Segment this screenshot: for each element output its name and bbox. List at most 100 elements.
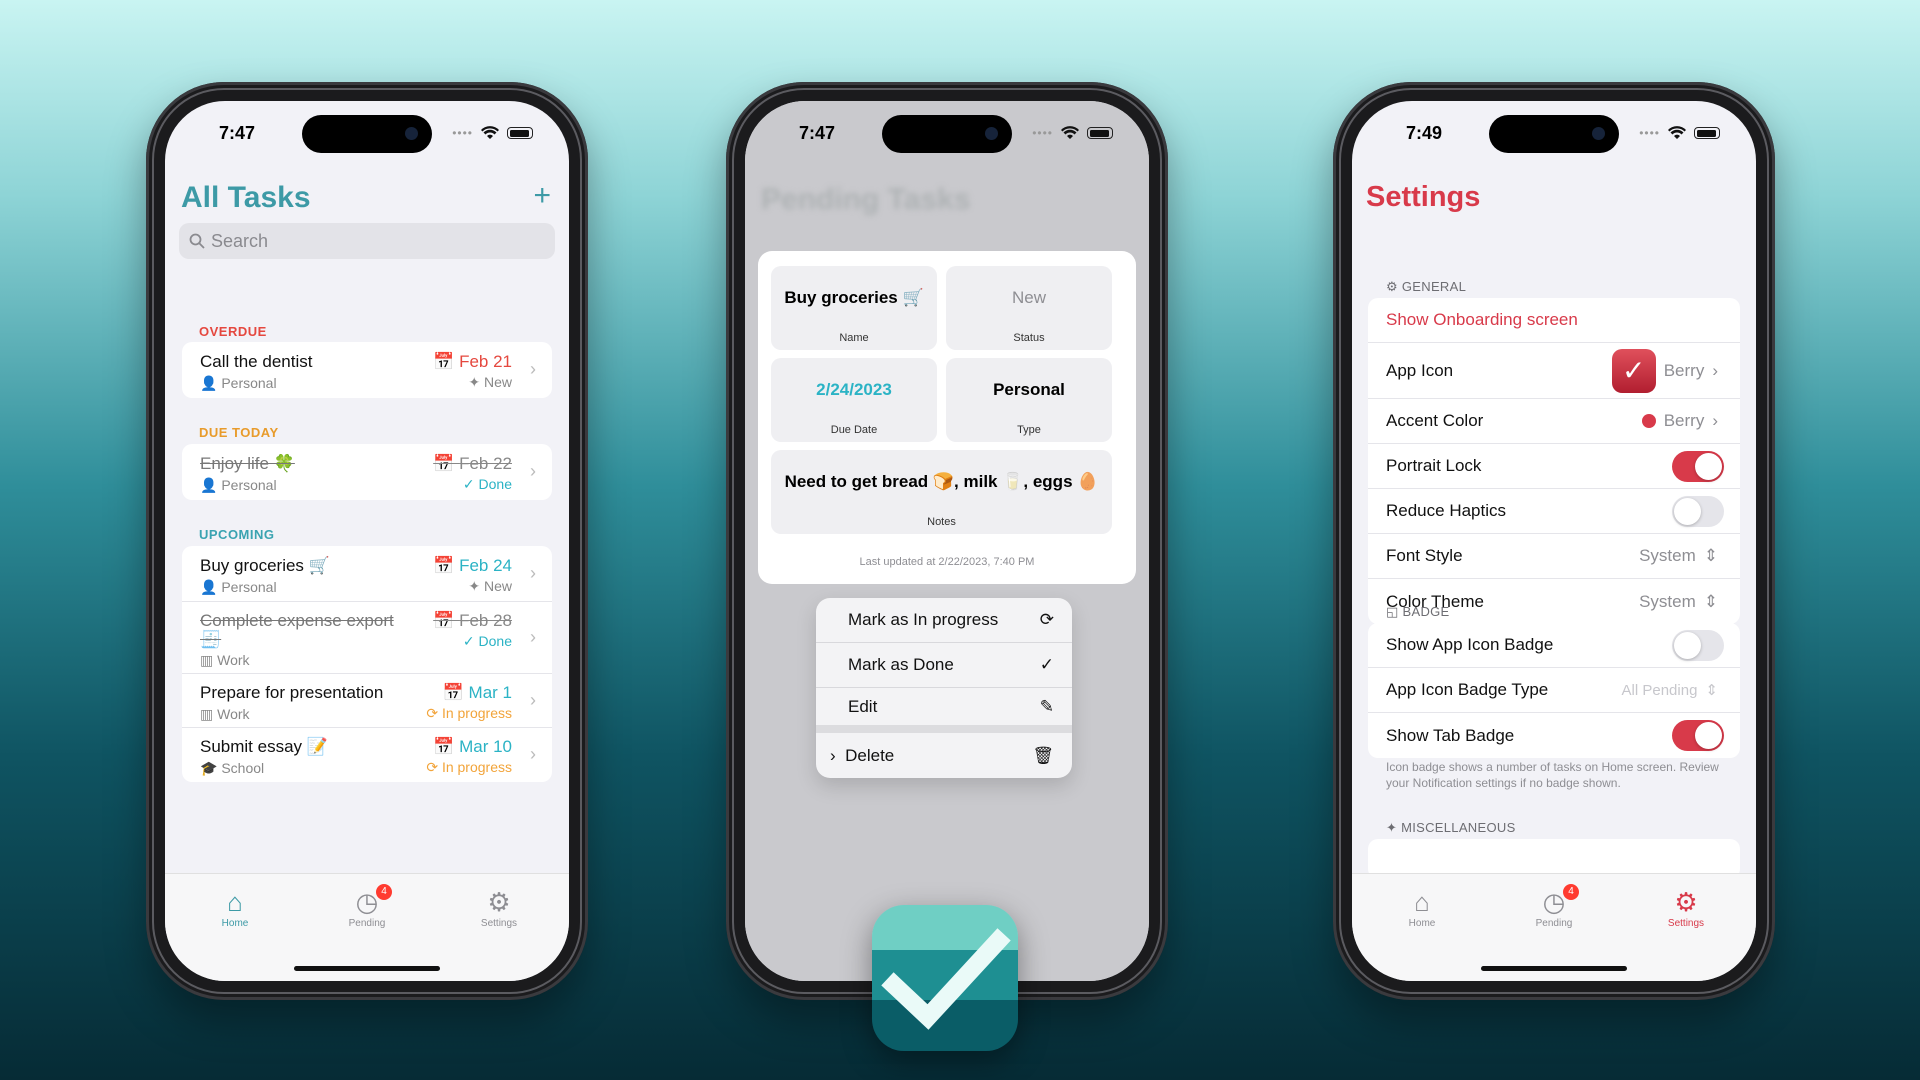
accent-color-row[interactable]: Accent Color Berry › [1368, 399, 1740, 444]
notes-label: Notes [927, 516, 956, 528]
task-row[interactable]: Submit essay 📝 🎓 School 📅 Mar 10 ⟳ In pr… [182, 728, 552, 782]
chevron-right-icon: › [530, 744, 536, 764]
task-date: Feb 28 [459, 611, 512, 630]
tab-pending[interactable]: ◷ 4 Pending [1509, 884, 1599, 929]
signal-icon: •••• [1639, 126, 1660, 140]
trash-icon: 🗑 [1032, 745, 1054, 765]
tab-settings[interactable]: ⚙ Settings [1641, 888, 1731, 929]
task-row[interactable]: Complete expense export 🧾 ▥ Work 📅 Feb 2… [182, 602, 552, 674]
row-value: System [1639, 546, 1696, 565]
task-category: Personal [221, 477, 277, 493]
search-input[interactable]: Search [179, 223, 555, 259]
tab-pending[interactable]: ◷ 4 Pending [322, 884, 412, 929]
calendar-icon: 📅 [433, 454, 460, 473]
badge-type-row[interactable]: App Icon Badge Type All Pending ⇕ [1368, 668, 1740, 713]
add-task-button[interactable]: + [533, 179, 551, 213]
name-cell: Buy groceries 🛒 Name [771, 266, 937, 350]
row-value: All Pending [1621, 681, 1698, 699]
edit-button[interactable]: Edit ✎ [816, 688, 1072, 733]
signal-icon: •••• [452, 126, 473, 140]
person-icon: 👤 [200, 579, 222, 595]
phone-all-tasks: 7:47 •••• All Tasks + Search OVERDUE Cal… [146, 82, 588, 1000]
refresh-icon: ⟳ [1039, 610, 1054, 629]
last-updated: Last updated at 2/22/2023, 7:40 PM [859, 556, 1035, 568]
row-label: Accent Color [1386, 411, 1484, 430]
gear-icon: ⚙ [487, 887, 511, 917]
tab-label: Settings [480, 918, 518, 929]
app-icon-logo [872, 905, 1018, 1051]
person-icon: 👤 [200, 375, 222, 391]
tab-label: Home [1408, 918, 1436, 929]
name-value: Buy groceries 🛒 [784, 288, 924, 307]
badge-icon: ◱ [1386, 604, 1403, 619]
reduce-haptics-row: Reduce Haptics [1368, 489, 1740, 534]
checkmark-icon: ✓ [1039, 655, 1054, 674]
calendar-icon: 📅 [433, 556, 460, 575]
tab-home[interactable]: ⌂ Home [1377, 888, 1467, 929]
gear-icon: ⚙ [1386, 279, 1402, 294]
progress-icon: ⟳ [426, 705, 442, 721]
screen: 7:49 •••• Settings ⚙ GENERAL Show Onboar… [1352, 101, 1756, 981]
battery-icon [1087, 127, 1113, 139]
home-indicator [294, 966, 440, 971]
task-row[interactable]: Enjoy life 🍀 👤 Personal 📅 Feb 22 ✓ Done … [182, 444, 552, 500]
clock: 7:47 [799, 123, 836, 143]
notes-value: Need to get bread 🍞, milk 🥛, eggs 🥚 [784, 472, 1099, 491]
row-value: Berry [1663, 360, 1705, 380]
house-icon: ⌂ [1414, 887, 1430, 917]
task-date: Feb 21 [459, 352, 512, 371]
row-label: Font Style [1386, 546, 1463, 565]
mark-done-button[interactable]: Mark as Done ✓ [816, 643, 1072, 688]
blurred-title: Pending Tasks [761, 183, 971, 216]
misc-header: MISCELLANEOUS [1401, 820, 1516, 835]
name-label: Name [839, 332, 869, 344]
task-category: School [221, 760, 265, 776]
mark-in-progress-button[interactable]: Mark as In progress ⟳ [816, 598, 1072, 643]
row-label: Show Onboarding screen [1386, 310, 1578, 329]
general-header: GENERAL [1401, 279, 1467, 294]
edit-icon: ✎ [1039, 696, 1054, 716]
show-tab-badge-toggle[interactable] [1672, 720, 1724, 751]
font-style-row[interactable]: Font Style System ⇕ [1368, 534, 1740, 579]
due-date-label: Due Date [830, 424, 878, 436]
task-row[interactable]: Buy groceries 🛒 👤 Personal 📅 Feb 24 ✦ Ne… [182, 546, 552, 602]
chevron-right-icon: › [830, 745, 846, 765]
task-date: Feb 24 [459, 556, 512, 575]
section-due-today: DUE TODAY [199, 425, 279, 440]
search-placeholder: Search [211, 230, 269, 251]
reduce-haptics-toggle[interactable] [1672, 495, 1724, 527]
chevron-right-icon: › [530, 690, 536, 710]
tab-home[interactable]: ⌂ Home [190, 888, 280, 929]
calendar-icon: 📅 [433, 737, 460, 756]
building-icon: ▥ [200, 652, 218, 668]
row-label: Reduce Haptics [1386, 501, 1507, 520]
badge-footnote: Icon badge shows a number of tasks on Ho… [1386, 760, 1719, 790]
delete-button[interactable]: › Delete 🗑 [816, 733, 1072, 778]
portrait-lock-toggle[interactable] [1672, 450, 1724, 482]
chevron-right-icon: › [530, 627, 536, 647]
app-icon-row[interactable]: App Icon ✓ Berry › [1368, 343, 1740, 399]
tab-settings[interactable]: ⚙ Settings [454, 888, 544, 929]
due-date-cell: 2/24/2023 Due Date [771, 358, 937, 442]
home-indicator [1481, 966, 1627, 971]
show-icon-badge-toggle[interactable] [1672, 629, 1724, 661]
battery-icon [1694, 127, 1720, 139]
color-dot [1641, 414, 1656, 428]
badge-group: Show App Icon Badge App Icon Badge Type … [1368, 623, 1740, 758]
task-row[interactable]: Prepare for presentation ▥ Work 📅 Mar 1 … [182, 674, 552, 728]
task-date: Feb 22 [459, 454, 512, 473]
task-category: Personal [221, 375, 277, 391]
calendar-icon: 📅 [433, 611, 460, 630]
wifi-icon [481, 126, 499, 139]
task-detail-card: Buy groceries 🛒 Name New Status 2/24/202… [758, 251, 1136, 584]
task-category: Personal [221, 579, 277, 595]
task-date: Mar 10 [459, 737, 512, 756]
notes-cell: Need to get bread 🍞, milk 🥛, eggs 🥚 Note… [771, 450, 1112, 534]
onboarding-button[interactable]: Show Onboarding screen [1368, 298, 1740, 343]
wifi-icon [1061, 126, 1079, 139]
row-label: Show Tab Badge [1386, 725, 1515, 745]
row-label: Portrait Lock [1386, 456, 1482, 475]
general-group: Show Onboarding screen App Icon ✓ Berry … [1368, 298, 1740, 624]
clock: 7:47 [219, 123, 256, 143]
task-row[interactable]: Call the dentist 👤 Personal 📅 Feb 21 ✦ N… [182, 342, 552, 398]
